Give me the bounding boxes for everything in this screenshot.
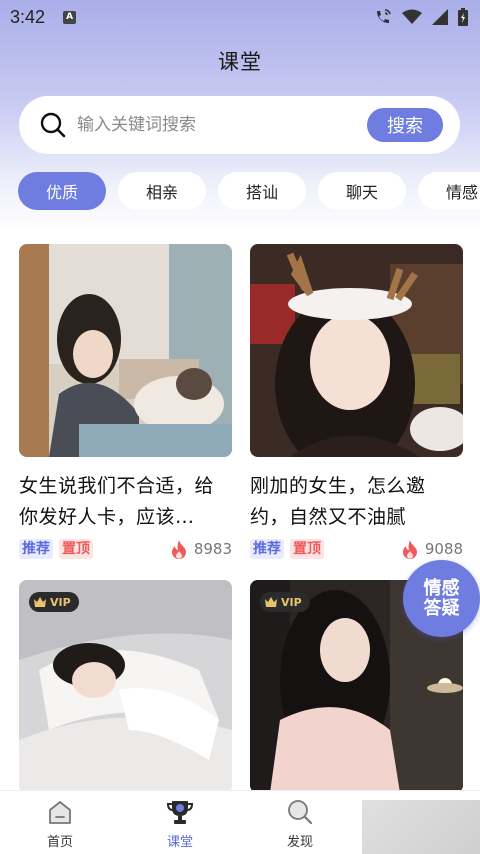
- float-button-line2: 答疑: [423, 597, 460, 619]
- nav-home[interactable]: 首页: [0, 791, 120, 854]
- fire-icon: [402, 540, 417, 559]
- search-icon: [40, 112, 66, 138]
- wifi-icon: [402, 9, 422, 24]
- nav-discover[interactable]: 发现: [240, 791, 360, 854]
- recommend-tag: 推荐: [19, 539, 53, 559]
- tab-xiangqin[interactable]: 相亲: [118, 172, 206, 210]
- nav-classroom-label: 课堂: [166, 835, 193, 850]
- status-icons: [374, 8, 468, 26]
- vip-badge: VIP: [260, 592, 310, 612]
- tab-qinggan[interactable]: 情感: [418, 172, 480, 210]
- page-title: 课堂: [218, 50, 262, 74]
- overlay-corner: [362, 800, 480, 854]
- nav-discover-label: 发现: [286, 835, 313, 850]
- trophy-icon: [166, 801, 194, 824]
- nav-classroom[interactable]: 课堂: [120, 791, 240, 854]
- emotion-qa-float-button[interactable]: 情感 答疑: [403, 560, 480, 637]
- course-thumbnail: VIP: [19, 580, 232, 793]
- recommend-tag: 推荐: [250, 539, 284, 559]
- course-card[interactable]: 刚加的女生，怎么邀约，自然又不油腻 推荐 置顶 9088: [250, 244, 463, 560]
- hot-count: 9088: [401, 539, 463, 559]
- float-button-line1: 情感: [423, 577, 460, 599]
- course-title: 女生说我们不合适，给你发好人卡，应该…: [19, 475, 215, 528]
- vip-badge: VIP: [29, 592, 79, 612]
- course-title: 刚加的女生，怎么邀约，自然又不油腻: [250, 475, 426, 528]
- search-input[interactable]: [77, 115, 357, 135]
- hot-count: 8983: [170, 539, 232, 559]
- course-photo-girl-with-antlers: [250, 244, 463, 457]
- category-tabs: 优质 相亲 搭讪 聊天 情感: [18, 172, 480, 210]
- pinned-tag: 置顶: [290, 539, 324, 559]
- status-bar: 3:42 A: [0, 0, 480, 34]
- notification-a-icon: A: [63, 10, 77, 24]
- crown-icon: [34, 597, 46, 607]
- course-card[interactable]: VIP: [19, 580, 232, 793]
- course-meta: 推荐 置顶 8983: [19, 538, 232, 560]
- course-thumbnail: [250, 244, 463, 457]
- hot-count-value: 9088: [424, 540, 463, 558]
- wifi-call-icon: [377, 9, 391, 23]
- hot-count-value: 8983: [193, 540, 232, 558]
- search-button[interactable]: 搜索: [367, 108, 443, 142]
- course-meta: 推荐 置顶 9088: [250, 538, 463, 560]
- nav-home-label: 首页: [46, 835, 73, 850]
- vip-label: VIP: [50, 595, 71, 609]
- signal-icon: [432, 9, 448, 25]
- vip-label: VIP: [281, 595, 302, 609]
- status-time: 3:42: [10, 6, 46, 27]
- tab-liaotian[interactable]: 聊天: [318, 172, 406, 210]
- home-icon: [49, 801, 71, 824]
- pinned-tag: 置顶: [59, 539, 93, 559]
- fire-icon: [171, 540, 186, 559]
- course-photo-girl-with-cat: [19, 244, 232, 457]
- tab-youzhi[interactable]: 优质: [18, 172, 106, 210]
- battery-icon: [458, 8, 468, 26]
- discover-icon: [288, 800, 313, 825]
- search-bar[interactable]: 搜索: [19, 96, 460, 154]
- course-thumbnail: [19, 244, 232, 457]
- course-card[interactable]: 女生说我们不合适，给你发好人卡，应该… 推荐 置顶 8983: [19, 244, 232, 560]
- tab-dashan[interactable]: 搭讪: [218, 172, 306, 210]
- crown-icon: [265, 597, 277, 607]
